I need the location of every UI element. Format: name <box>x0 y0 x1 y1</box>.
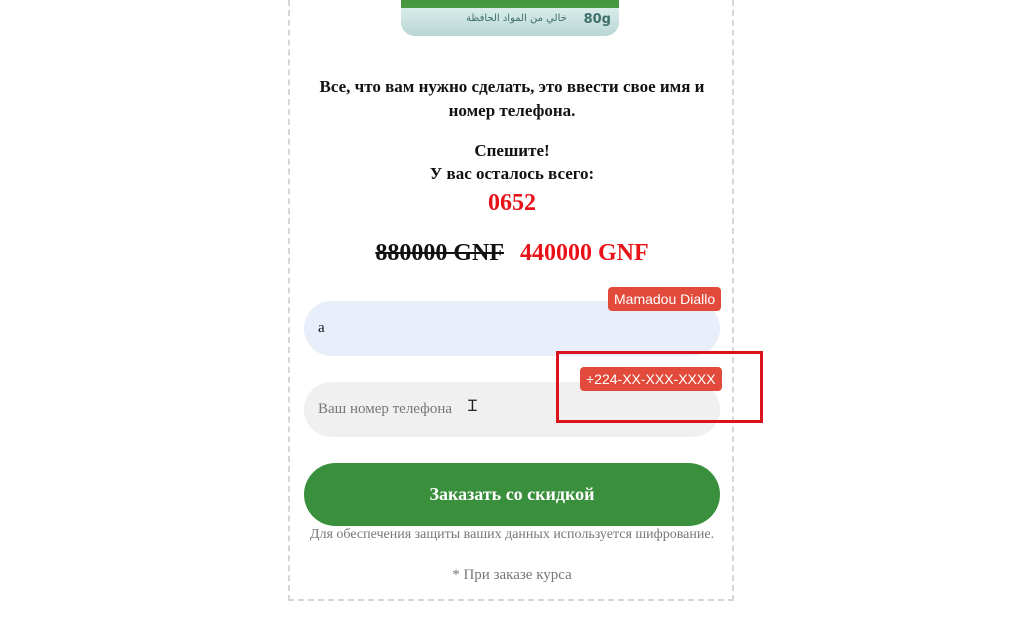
hurry-line-2: У вас осталось всего: <box>429 164 595 183</box>
old-price: 880000 GNF <box>375 240 504 266</box>
text-cursor-icon: Ɪ <box>468 396 477 415</box>
product-arabic-text: خالي من المواد الحافظة <box>466 13 567 24</box>
privacy-note: Для обеспечения защиты ваших данных испо… <box>309 527 715 542</box>
order-button[interactable]: Заказать со скидкой <box>304 463 720 526</box>
new-price: 440000 GNF <box>520 240 649 266</box>
name-hint-badge: Mamadou Diallo <box>608 287 722 311</box>
hurry-text: Спешите! У вас осталось всего: <box>300 139 724 185</box>
product-image: خالي من المواد الحافظة 80g <box>401 0 619 36</box>
footnote: * При заказе курса <box>452 567 572 583</box>
hurry-line-1: Спешите! <box>474 141 550 160</box>
highlight-box <box>556 351 763 423</box>
price-row: 880000 GNF 440000 GNF <box>300 240 724 267</box>
intro-text: Все, что вам нужно сделать, это ввести с… <box>319 77 705 120</box>
product-weight: 80g <box>583 12 611 27</box>
remaining-counter: 0652 <box>488 190 536 216</box>
